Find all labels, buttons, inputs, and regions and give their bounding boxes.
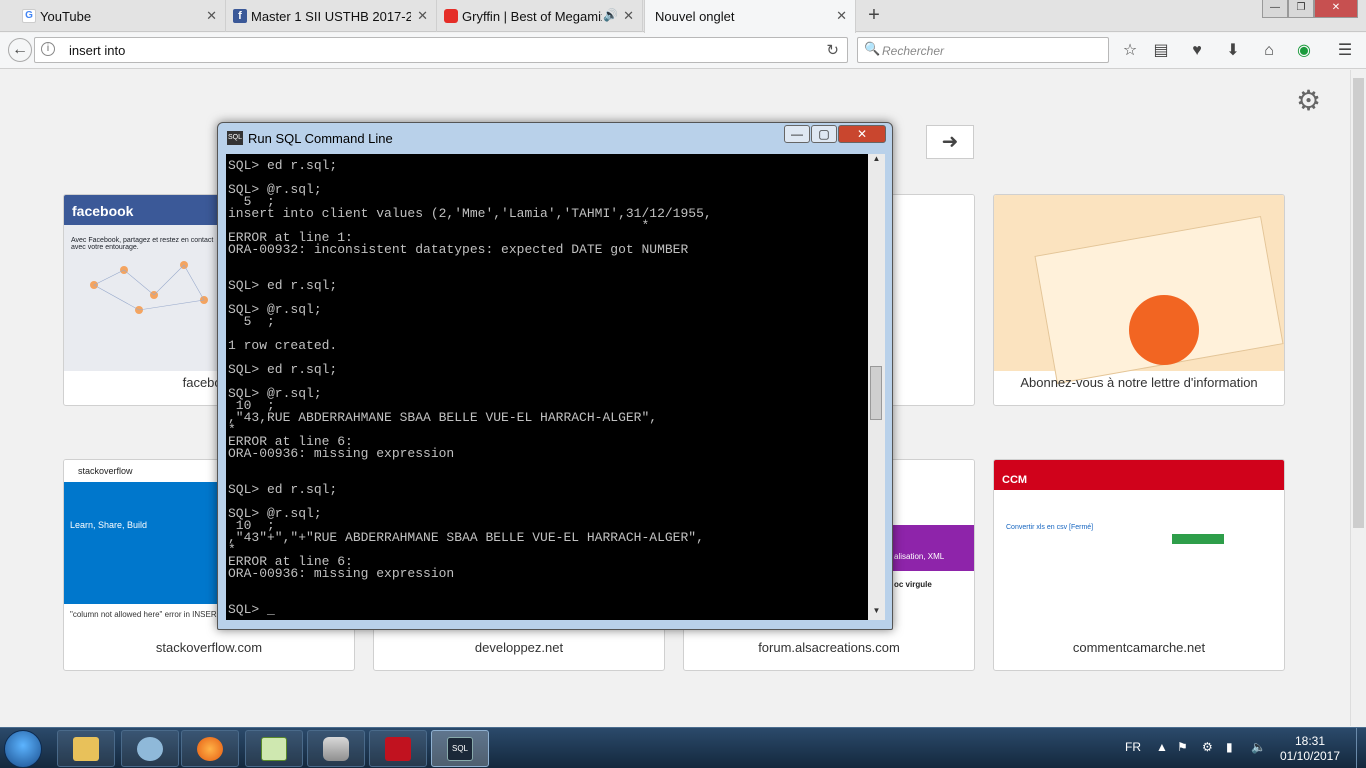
tab-gryffin[interactable]: Gryffin | Best of Megamix 🔊 ✕ — [438, 0, 643, 32]
scroll-down-arrow-icon[interactable]: ▼ — [868, 606, 885, 620]
console-output[interactable]: SQL> ed r.sql; SQL> @r.sql; 5 ; insert i… — [226, 154, 868, 620]
menu-icon[interactable]: ☰ — [1334, 40, 1356, 62]
reload-icon[interactable]: ↻ — [826, 41, 839, 59]
tab-new-tab[interactable]: Nouvel onglet ✕ — [644, 0, 856, 33]
clock-date: 01/10/2017 — [1279, 749, 1341, 763]
tile-newsletter[interactable]: Abonnez-vous à notre lettre d'informatio… — [993, 194, 1285, 406]
tile-thumbnail — [994, 195, 1284, 384]
taskbar-notepad[interactable] — [245, 730, 303, 767]
show-hidden-icons-icon[interactable]: ▲ — [1156, 740, 1168, 754]
tile-thumb-text: Learn, Share, Build — [70, 520, 148, 530]
home-icon[interactable]: ⌂ — [1258, 40, 1280, 62]
firefox-icon — [197, 737, 223, 761]
show-desktop-button[interactable] — [1356, 728, 1366, 768]
tile-thumb-caption: "column not allowed here" error in INSER — [70, 610, 217, 619]
tile-thumb-brand: stackoverflow — [78, 466, 133, 476]
close-icon[interactable]: ✕ — [206, 8, 217, 24]
database-icon — [323, 737, 349, 761]
taskbar-paint[interactable] — [121, 730, 179, 767]
scroll-up-arrow-icon[interactable]: ▲ — [868, 154, 885, 168]
tile-label: forum.alsacreations.com — [758, 640, 900, 655]
sql-app-icon: SQL — [227, 131, 243, 145]
tile-label: developpez.net — [474, 640, 564, 655]
tile-thumb-brand: CCM — [1002, 474, 1028, 486]
search-bar[interactable]: 🔍 Rechercher — [857, 37, 1109, 63]
url-text: insert into — [69, 43, 126, 58]
signal-icon[interactable]: ▮ — [1226, 740, 1233, 754]
tab-youtube[interactable]: G YouTube ✕ — [16, 0, 226, 32]
clock-time: 18:31 — [1294, 734, 1326, 748]
info-icon[interactable]: i — [41, 42, 55, 56]
sql-icon: SQL — [447, 737, 473, 761]
tab-label: YouTube — [40, 8, 92, 24]
taskbar-explorer[interactable] — [57, 730, 115, 767]
tile-label: commentcamarche.net — [1072, 640, 1206, 655]
clock[interactable]: 18:31 01/10/2017 — [1270, 734, 1350, 764]
tile-thumbnail: CCM Convertir xls en csv [Fermé] — [994, 460, 1284, 636]
tile-label: stackoverflow.com — [155, 640, 263, 655]
tile-thumb-text: alisation, XML — [894, 552, 945, 561]
close-icon[interactable]: ✕ — [836, 8, 847, 24]
maximize-button[interactable]: ▢ — [811, 125, 837, 143]
download-icon[interactable]: ⬇ — [1222, 40, 1244, 62]
folder-icon — [73, 737, 99, 761]
console-scrollbar[interactable]: ▲ ▼ — [868, 154, 885, 620]
extension-icon[interactable]: ◉ — [1293, 40, 1315, 62]
youtube-icon — [444, 9, 458, 23]
close-button[interactable]: ✕ — [838, 125, 886, 143]
firefox-seal-icon — [1129, 295, 1199, 365]
maximize-button[interactable]: ❐ — [1288, 0, 1314, 18]
taskbar-sql-command-line[interactable]: SQL — [431, 730, 489, 767]
tab-bar: G YouTube ✕ f Master 1 SII USTHB 2017-20… — [0, 0, 1366, 33]
url-bar[interactable]: i insert into ↻ — [34, 37, 848, 63]
network-icon[interactable]: ⚙ — [1202, 740, 1213, 754]
close-icon[interactable]: ✕ — [623, 8, 634, 24]
google-icon: G — [22, 9, 36, 23]
taskbar-firefox[interactable] — [181, 730, 239, 767]
tab-facebook-group[interactable]: f Master 1 SII USTHB 2017-2018 ✕ — [227, 0, 437, 32]
tab-label: Master 1 SII USTHB 2017-2018 — [251, 8, 411, 24]
taskbar-database[interactable] — [307, 730, 365, 767]
tile-thumb-text: Convertir xls en csv [Fermé] — [1006, 524, 1094, 531]
scrollbar-thumb[interactable] — [870, 366, 882, 420]
gear-icon[interactable]: ⚙ — [1296, 84, 1321, 117]
star-icon[interactable]: ☆ — [1119, 40, 1141, 62]
tile-thumb-text: Avec Facebook, partagez et restez en con… — [71, 237, 214, 251]
paint-icon — [137, 737, 163, 761]
search-icon: 🔍 — [864, 41, 881, 56]
page-scrollbar[interactable] — [1350, 70, 1366, 726]
tile-label: Abonnez-vous à notre lettre d'informatio… — [1020, 375, 1258, 390]
network-illustration — [90, 261, 208, 314]
language-indicator[interactable]: FR — [1125, 740, 1141, 754]
start-button[interactable] — [4, 730, 42, 768]
reading-list-icon[interactable]: ▤ — [1150, 40, 1172, 62]
tab-label: Gryffin | Best of Megamix — [462, 8, 602, 24]
tile-commentcamarche[interactable]: CCM Convertir xls en csv [Fermé] comment… — [993, 459, 1285, 671]
speaker-icon[interactable]: 🔊 — [603, 8, 618, 22]
flag-icon[interactable]: ⚑ — [1177, 740, 1188, 754]
page-search-arrow-button[interactable]: ➜ — [926, 125, 974, 159]
close-icon[interactable]: ✕ — [417, 8, 428, 24]
tile-thumb-brand: facebook — [72, 203, 134, 219]
volume-icon[interactable]: 🔈 — [1251, 740, 1266, 754]
close-window-button[interactable]: ✕ — [1314, 0, 1358, 18]
minimize-button[interactable]: — — [1262, 0, 1288, 18]
navigation-bar: ← i insert into ↻ 🔍 Rechercher ☆ ▤ ♥ ⬇ ⌂… — [0, 33, 1366, 69]
window-title: Run SQL Command Line — [248, 131, 393, 146]
console-text: SQL> ed r.sql; SQL> @r.sql; 5 ; insert i… — [228, 158, 712, 617]
new-tab-button[interactable]: + — [862, 4, 886, 27]
tab-label: Nouvel onglet — [655, 9, 735, 24]
pocket-icon[interactable]: ♥ — [1186, 40, 1208, 62]
minimize-button[interactable]: — — [784, 125, 810, 143]
taskbar-pdf-reader[interactable] — [369, 730, 427, 767]
sql-command-line-window[interactable]: SQL Run SQL Command Line — ▢ ✕ SQL> ed r… — [217, 122, 893, 630]
pdf-icon — [385, 737, 411, 761]
search-placeholder: Rechercher — [882, 44, 945, 58]
facebook-icon: f — [233, 9, 247, 23]
tile-thumb-caption: oc virgule — [894, 580, 932, 589]
back-arrow-icon[interactable]: ← — [8, 38, 32, 62]
taskbar: SQL FR ▲ ⚑ ⚙ ▮ 🔈 18:31 01/10/2017 — [0, 727, 1366, 768]
notepad-icon — [261, 737, 287, 761]
scrollbar-thumb[interactable] — [1353, 78, 1364, 528]
